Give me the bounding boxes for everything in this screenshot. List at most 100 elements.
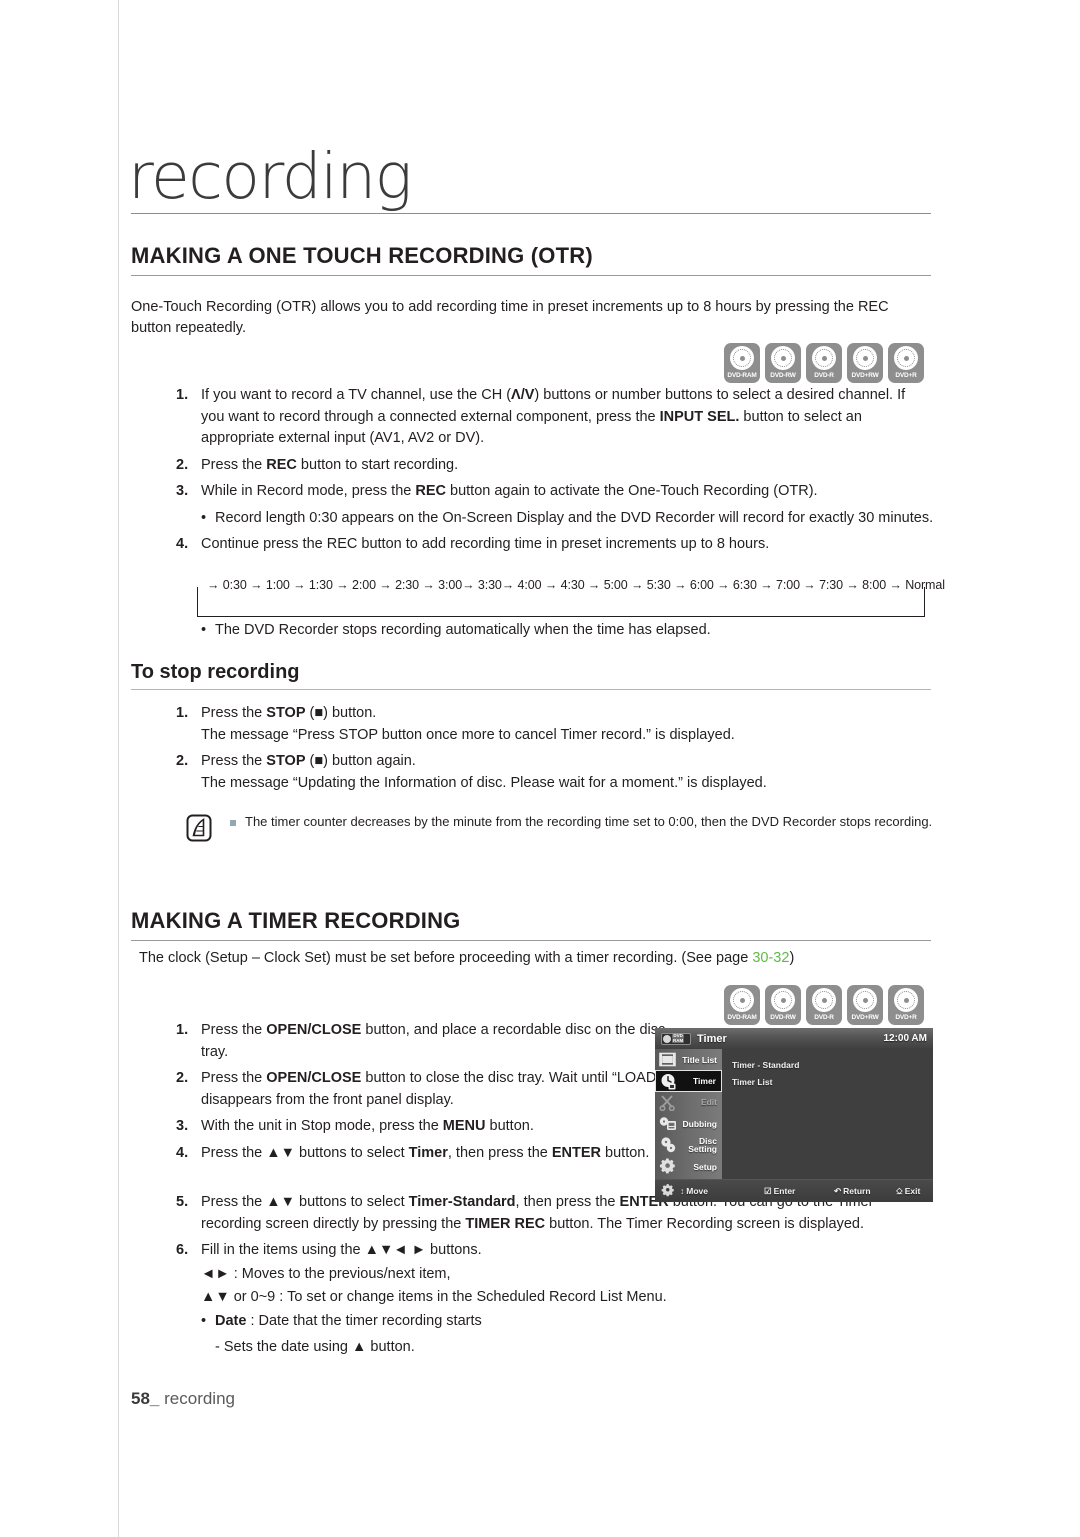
step-number: 1. <box>176 705 189 721</box>
otr-steps: 1. If you want to record a TV channel, u… <box>176 385 933 561</box>
step-number: 4. <box>176 1144 189 1161</box>
disc-badge-dvd-rw: DVD-RW <box>765 343 801 383</box>
exit-key-icon: ⎐ <box>896 1185 903 1196</box>
osd-sidebar-label: Dubbing <box>682 1118 717 1129</box>
note-bullet-square <box>230 820 236 826</box>
step-number: 3. <box>176 1118 189 1134</box>
section-stop-heading: To stop recording <box>131 661 931 690</box>
otr-intro: One-Touch Recording (OTR) allows you to … <box>131 299 889 336</box>
step-text: Press the STOP (■) button. <box>201 705 377 721</box>
osd-hint-return: ↶ Return <box>834 1186 896 1197</box>
step-text: Press the OPEN/CLOSE button to close the… <box>201 1070 662 1108</box>
stop-step-2: 2. Press the STOP (■) button again. The … <box>176 751 931 794</box>
timer-steps-lower: 5. Press the ▲▼ buttons to select Timer-… <box>176 1192 931 1364</box>
chapter-header: recording <box>128 145 931 220</box>
disc-icon <box>812 988 836 1012</box>
disc-badge-dvd-rw: DVD-RW <box>765 985 801 1025</box>
osd-clock: 12:00 AM <box>883 1033 927 1044</box>
page-left-border <box>118 0 119 1537</box>
timer-step-4: 4. Press the ▲▼ buttons to select Timer,… <box>176 1143 666 1165</box>
otr-step-3-bullet: Record length 0:30 appears on the On-Scr… <box>201 508 945 530</box>
timer-intro-b: ) <box>789 950 795 966</box>
otr-heading-text: MAKING A ONE TOUCH RECORDING (OTR) <box>131 243 593 268</box>
step-text: Press the OPEN/CLOSE button, and place a… <box>201 1022 666 1060</box>
osd-sidebar-label: Setup <box>693 1161 717 1172</box>
otr-step-4: 4. Continue press the REC button to add … <box>176 534 931 556</box>
stop-step-1-note: The message “Press STOP button once more… <box>201 726 735 743</box>
step-text: With the unit in Stop mode, press the ME… <box>201 1118 534 1134</box>
disc-label: DVD-RW <box>770 371 796 379</box>
gear-icon <box>661 1183 675 1200</box>
step-number: 1. <box>176 387 189 403</box>
osd-disc-label-line2: RAM <box>672 1037 685 1044</box>
timer-step-3: 3. With the unit in Stop mode, press the… <box>176 1116 666 1138</box>
disc-label: DVD-R <box>814 371 834 379</box>
footer-underscore: _ <box>149 1389 160 1408</box>
disc-icon <box>853 346 877 370</box>
footer-page-number: 58 <box>131 1389 150 1408</box>
step-number: 5. <box>176 1194 189 1210</box>
step-text: Press the REC button to start recording. <box>201 456 459 473</box>
osd-sidebar-item-disc-setting[interactable]: Disc Setting <box>655 1135 722 1156</box>
disc-badge-dvd-plus-rw: DVD+RW <box>847 985 883 1025</box>
osd-sidebar: Title List Timer Edit Dubbing Disc Setti… <box>655 1049 722 1179</box>
disc-icon <box>894 988 918 1012</box>
disc-badge-dvd-ram: DVD-RAM <box>724 343 760 383</box>
osd-hint-bar: ↕ Move ☑ Enter ↶ Return ⎐ Exit <box>655 1179 933 1202</box>
osd-sidebar-item-timer[interactable]: Timer <box>655 1070 722 1092</box>
osd-sidebar-label: Edit <box>700 1097 717 1108</box>
timer-step-6-line-1: ◄► : Moves to the previous/next item, <box>201 1265 451 1282</box>
osd-hint-label: Enter <box>773 1185 796 1196</box>
osd-sidebar-item-dubbing[interactable]: Dubbing <box>655 1113 722 1134</box>
return-arrow-icon: ↶ <box>834 1185 842 1196</box>
step-text: Press the STOP (■) button again. <box>201 753 416 769</box>
footer-chapter-label: recording <box>164 1389 235 1408</box>
stop-heading-divider <box>131 689 931 690</box>
step-number: 6. <box>176 1242 189 1258</box>
osd-hint-label: Return <box>843 1185 871 1196</box>
timer-step-6-line-2: ▲▼ or 0~9 : To set or change items in th… <box>201 1289 667 1305</box>
otr-step-3: 3. While in Record mode, press the REC b… <box>176 481 931 503</box>
disc-icon <box>730 988 754 1012</box>
gear-icon <box>658 1157 677 1176</box>
stop-step-2-note: The message “Updating the Information of… <box>201 774 767 791</box>
otr-step-2: 2. Press the REC button to start recordi… <box>176 455 931 477</box>
film-icon <box>658 1050 677 1069</box>
timer-heading-text: MAKING A TIMER RECORDING <box>131 908 461 933</box>
osd-menu-item-timer-standard[interactable]: Timer - Standard <box>732 1057 933 1074</box>
section-timer-heading: MAKING A TIMER RECORDING <box>131 908 931 941</box>
disc-type-row-timer: DVD-RAM DVD-RW DVD-R DVD+RW DVD+R <box>724 985 924 1025</box>
osd-menu-item-timer-list[interactable]: Timer List <box>732 1074 933 1091</box>
osd-sidebar-item-title-list[interactable]: Title List <box>655 1049 722 1070</box>
osd-sidebar-item-edit[interactable]: Edit <box>655 1092 722 1113</box>
timer-step-6: 6. Fill in the items using the ▲▼◄ ► but… <box>176 1240 931 1359</box>
osd-sidebar-label: Title List <box>682 1054 717 1065</box>
chapter-divider <box>131 213 931 214</box>
timer-step-1: 1. Press the OPEN/CLOSE button, and plac… <box>176 1020 666 1063</box>
osd-sidebar-label: Timer <box>693 1076 716 1087</box>
disc-dot <box>663 1034 671 1043</box>
dubbing-icon <box>658 1114 677 1133</box>
disc-icon <box>812 346 836 370</box>
osd-title: Timer <box>697 1032 727 1045</box>
timer-step-6-date-sub: - Sets the date using ▲ button. <box>215 1339 415 1355</box>
timer-step-6-date-bullet: Date : Date that the timer recording sta… <box>201 1311 931 1333</box>
disc-label: DVD+R <box>895 1013 917 1021</box>
osd-main-panel: Timer - Standard Timer List <box>722 1049 933 1179</box>
disc-badge-dvd-r: DVD-R <box>806 343 842 383</box>
osd-disc-label: DVD RAM <box>672 1033 685 1044</box>
disc-icon <box>771 346 795 370</box>
disc-badge-dvd-plus-r: DVD+R <box>888 985 924 1025</box>
osd-sidebar-item-setup[interactable]: Setup <box>655 1156 722 1177</box>
updown-arrow-icon: ↕ <box>680 1186 685 1196</box>
osd-sidebar-label-line2: Setting <box>688 1144 717 1155</box>
disc-setting-icon <box>658 1136 677 1155</box>
page-reference-link[interactable]: 30-32 <box>752 950 789 966</box>
osd-hint-move: ↕ Move <box>680 1186 764 1196</box>
disc-type-row-otr: DVD-RAM DVD-RW DVD-R DVD+RW DVD+R <box>724 343 924 383</box>
enter-key-icon: ☑ <box>764 1185 772 1196</box>
otr-step-1: 1. If you want to record a TV channel, u… <box>176 385 931 450</box>
stop-steps: 1. Press the STOP (■) button. The messag… <box>176 703 931 799</box>
timer-step-2: 2. Press the OPEN/CLOSE button to close … <box>176 1068 666 1111</box>
clock-icon <box>659 1072 678 1091</box>
